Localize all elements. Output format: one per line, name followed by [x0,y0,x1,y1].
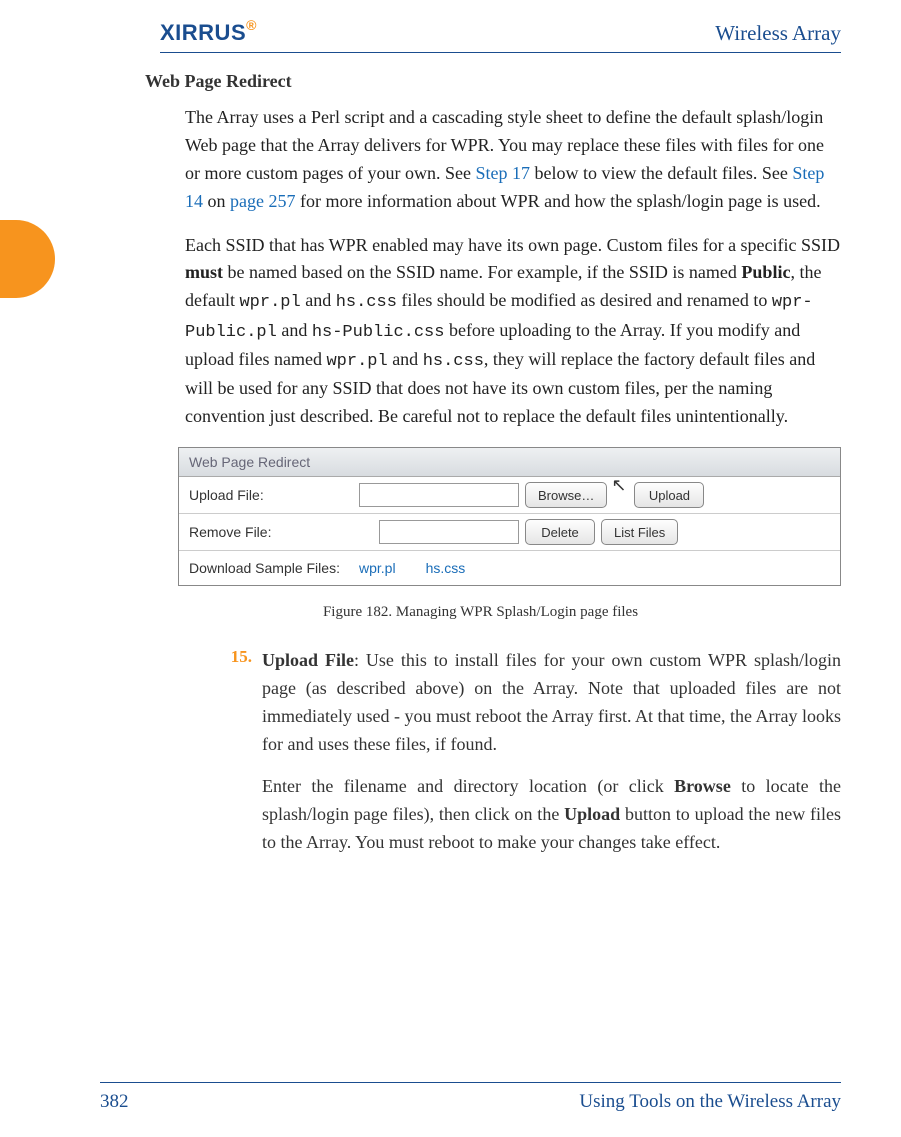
page-header: XIRRUS® Wireless Array [160,20,841,53]
list-item-15: 15. Upload File: Use this to install fil… [220,647,841,870]
delete-button[interactable]: Delete [525,519,595,545]
paragraph-2: Each SSID that has WPR enabled may have … [185,232,841,432]
list-number: 15. [220,647,252,870]
link-page257[interactable]: page 257 [230,191,295,211]
paragraph-1: The Array uses a Perl script and a casca… [185,104,841,216]
upload-file-input[interactable] [359,483,519,507]
item-title: Upload File [262,650,354,670]
download-wpr-link[interactable]: wpr.pl [359,560,396,576]
panel-row-upload: Upload File: Browse… ↖ Upload [179,477,840,514]
footer-section: Using Tools on the Wireless Array [579,1091,841,1113]
panel-row-remove: Remove File: Delete List Files [179,514,840,551]
logo: XIRRUS® [160,20,257,46]
page-footer: 382 Using Tools on the Wireless Array [100,1082,841,1113]
page-number: 382 [100,1091,129,1113]
list-files-button[interactable]: List Files [601,519,678,545]
list-content: Upload File: Use this to install files f… [262,647,841,870]
numbered-list: 15. Upload File: Use this to install fil… [220,647,841,870]
remove-file-input[interactable] [379,520,519,544]
figure-caption: Figure 182. Managing WPR Splash/Login pa… [120,604,841,621]
panel-row-download: Download Sample Files: wpr.pl hs.css [179,551,840,585]
download-samples-label: Download Sample Files: [189,560,359,576]
panel-header: Web Page Redirect [179,448,840,477]
download-hs-link[interactable]: hs.css [426,560,466,576]
upload-file-label: Upload File: [189,487,359,503]
section-heading: Web Page Redirect [145,71,841,92]
link-step17[interactable]: Step 17 [475,163,530,183]
logo-text: XIRRUS [160,20,246,46]
side-tab [0,220,55,298]
figure-panel: Web Page Redirect Upload File: Browse… ↖… [178,447,841,586]
remove-file-label: Remove File: [189,524,359,540]
browse-button[interactable]: Browse… [525,482,607,508]
doc-title: Wireless Array [715,21,841,46]
upload-button[interactable]: Upload [634,482,704,508]
